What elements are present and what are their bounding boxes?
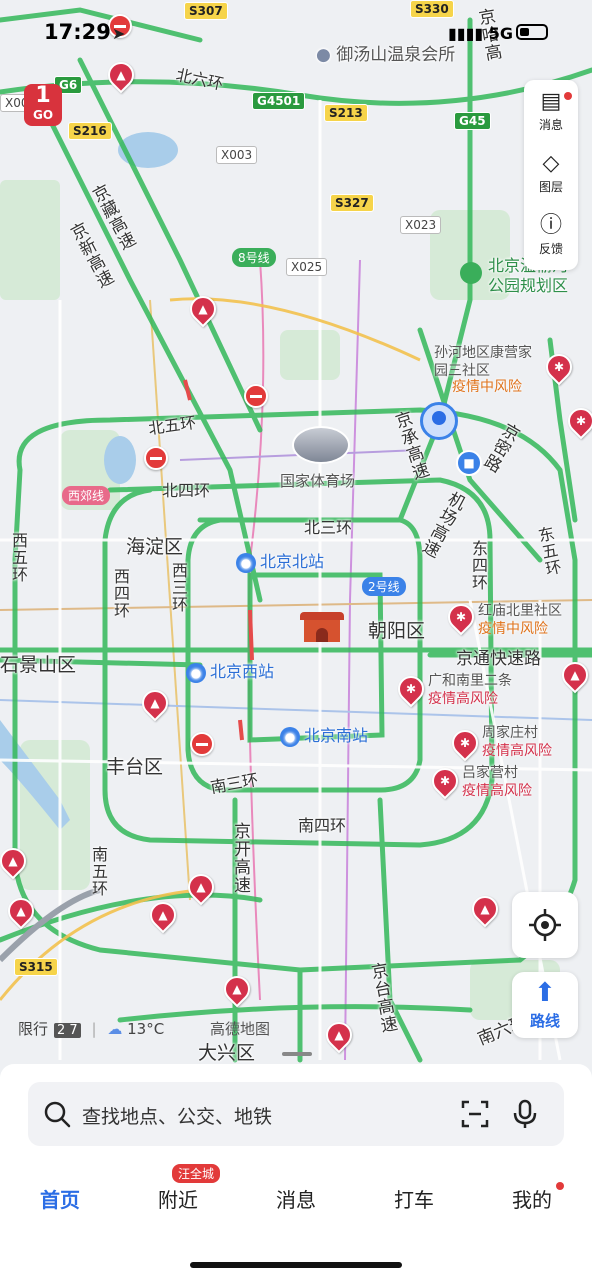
microphone-icon[interactable] <box>510 1099 540 1129</box>
district-haidian: 海淀区 <box>126 536 184 558</box>
tab-messages[interactable]: 消息 <box>256 1184 336 1213</box>
feedback-icon: ⓘ <box>539 213 562 238</box>
no-entry-icon[interactable] <box>190 732 214 756</box>
status-bar: 17:29 ➤ ▮▮▮▮ 5G <box>0 0 592 64</box>
risk-level: 疫情中风险 <box>478 621 548 637</box>
ring-label: 西五环 <box>9 532 28 583</box>
stadium-icon[interactable] <box>292 426 350 464</box>
tab-home[interactable]: 首页 <box>20 1184 100 1213</box>
ring-label: 东四环 <box>469 540 488 591</box>
road-label: 京通快速路 <box>456 649 541 669</box>
route-shield: X023 <box>400 216 442 234</box>
train-station-icon: ● <box>236 552 256 573</box>
temperature: 13°C <box>127 1020 165 1038</box>
station-beijing-north[interactable]: ● 北京北站 <box>236 548 324 573</box>
route-shield: S327 <box>330 194 374 212</box>
sheet-drag-handle[interactable] <box>282 1052 312 1056</box>
battery-icon <box>516 24 548 40</box>
tab-nearby[interactable]: 附近 <box>138 1184 218 1213</box>
ring-label: 北三环 <box>304 518 353 537</box>
station-beijing-west[interactable]: ● 北京西站 <box>186 658 274 683</box>
place-label[interactable]: 国家体育场 <box>280 470 355 491</box>
route-button[interactable]: ⬆ 路线 <box>512 972 578 1038</box>
road-network <box>0 0 592 1080</box>
search-icon <box>44 1101 71 1128</box>
signal-indicator: ▮▮▮▮ 5G <box>448 24 514 43</box>
tab-taxi[interactable]: 打车 <box>374 1184 454 1213</box>
layers-icon: ◇ <box>542 151 560 176</box>
bus-stop-icon[interactable]: ■ <box>456 450 482 476</box>
route-shield: S216 <box>68 122 112 140</box>
route-arrow-icon: ⬆ <box>534 978 556 1008</box>
map-canvas[interactable]: 海淀区 朝阳区 丰台区 大兴区 石景山区 北六环 北五环 北四环 北三环 南三环… <box>0 0 592 1080</box>
map-tools-panel: ▤ 消息 ◇ 图层 ⓘ 反馈 <box>524 80 578 270</box>
district-shijingshan: 石景山区 <box>0 654 77 676</box>
risk-area-name[interactable]: 周家庄村 <box>482 724 538 742</box>
risk-level: 疫情高风险 <box>428 691 498 707</box>
route-shield: G45 <box>454 112 491 130</box>
risk-area-name[interactable]: 吕家营村 <box>462 764 518 782</box>
search-bar[interactable]: 查找地点、公交、地铁 <box>28 1082 564 1146</box>
notification-dot <box>564 92 572 100</box>
locate-button[interactable] <box>512 892 578 958</box>
layers-tool-button[interactable]: ◇ 图层 <box>524 150 578 195</box>
station-beijing-south[interactable]: ● 北京南站 <box>280 722 368 747</box>
district-fengtai: 丰台区 <box>106 756 164 778</box>
district-chaoyang: 朝阳区 <box>368 620 426 642</box>
ring-label: 西四环 <box>111 568 130 619</box>
weather-bar[interactable]: 限行 2 7 | ☁ 13°C <box>18 1018 164 1039</box>
risk-level: 疫情高风险 <box>462 783 532 799</box>
location-arrow-icon: ➤ <box>112 24 126 43</box>
metro-line-label: 2号线 <box>362 577 406 596</box>
ring-label: 南五环 <box>89 846 108 897</box>
user-location-avatar[interactable] <box>420 402 458 440</box>
search-input[interactable]: 查找地点、公交、地铁 <box>82 1102 272 1129</box>
no-entry-icon[interactable] <box>144 446 168 470</box>
risk-level: 疫情高风险 <box>482 743 552 759</box>
risk-level: 疫情中风险 <box>452 379 522 395</box>
bottom-tab-bar: 首页 附近 汪全城 消息 打车 我的 <box>0 1164 592 1224</box>
tiananmen-icon[interactable] <box>300 604 344 644</box>
crosshair-icon <box>529 909 561 941</box>
go-badge[interactable]: 1 GO <box>24 84 62 126</box>
risk-area-name[interactable]: 孙河地区康营家园三社区 <box>434 344 544 380</box>
feedback-tool-button[interactable]: ⓘ 反馈 <box>524 212 578 257</box>
route-shield: X003 <box>216 146 258 164</box>
train-station-icon: ● <box>186 662 206 683</box>
messages-tool-button[interactable]: ▤ 消息 <box>524 88 578 133</box>
metro-line-label: 8号线 <box>232 248 276 267</box>
ring-label: 西三环 <box>169 562 188 613</box>
cloud-icon: ☁ <box>107 1020 123 1038</box>
ring-label: 南四环 <box>298 816 347 835</box>
park-icon <box>460 262 482 284</box>
ring-label: 北四环 <box>162 481 211 500</box>
train-station-icon: ● <box>280 726 300 747</box>
notification-dot <box>556 1182 564 1190</box>
restriction-plates: 2 7 <box>54 1023 81 1038</box>
route-shield: X025 <box>286 258 328 276</box>
home-indicator[interactable] <box>190 1262 402 1268</box>
district-daxing: 大兴区 <box>198 1042 256 1064</box>
status-time: 17:29 <box>44 20 111 44</box>
route-shield: G4501 <box>252 92 306 110</box>
risk-area-name[interactable]: 红庙北里社区 <box>478 602 562 620</box>
signal-bars-icon: ▮▮▮▮ <box>448 24 484 43</box>
no-entry-icon[interactable] <box>244 384 268 408</box>
route-shield: S315 <box>14 958 58 976</box>
brand-logo: 高德地图 <box>210 1020 271 1038</box>
road-label: 西郊线 <box>62 486 111 505</box>
nearby-badge: 汪全城 <box>172 1164 221 1183</box>
risk-area-name[interactable]: 广和南里二条 <box>428 672 512 690</box>
road-label: 京开高速 <box>230 822 250 894</box>
bottom-sheet: 查找地点、公交、地铁 首页 附近 汪全城 消息 打车 我的 <box>0 1064 592 1280</box>
scan-icon[interactable] <box>460 1099 490 1129</box>
route-shield: S213 <box>324 104 368 122</box>
